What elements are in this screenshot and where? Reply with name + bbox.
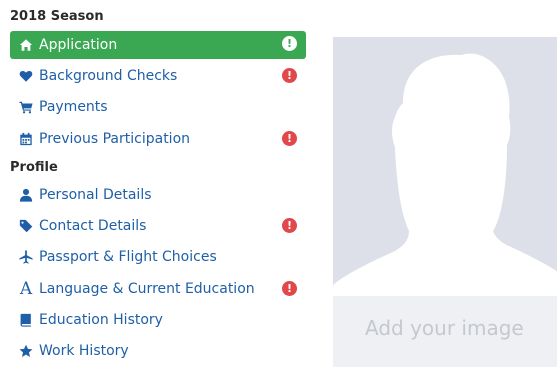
sidebar-item-passport-flight[interactable]: Passport & Flight Choices: [10, 243, 306, 271]
alert-icon: !: [282, 68, 297, 83]
sidebar-item-label: Contact Details: [39, 218, 147, 234]
sidebar-item-payments[interactable]: Payments: [10, 93, 306, 121]
sidebar-item-education-history[interactable]: Education History: [10, 306, 306, 334]
sidebar-item-language-education[interactable]: A Language & Current Education !: [10, 275, 306, 303]
add-image-label[interactable]: Add your image: [365, 316, 524, 340]
alert-icon: !: [282, 281, 297, 296]
sidebar-item-label: Passport & Flight Choices: [39, 249, 217, 265]
alert-icon: !: [282, 218, 297, 233]
heart-icon: [18, 68, 34, 84]
sidebar-item-label: Payments: [39, 99, 108, 115]
sidebar-item-previous-participation[interactable]: Previous Participation !: [10, 125, 306, 153]
user-silhouette-icon: [333, 53, 557, 297]
sidebar-item-label: Application: [39, 37, 118, 53]
font-icon: A: [19, 279, 33, 299]
cart-icon: [18, 99, 34, 115]
sidebar-item-label: Education History: [39, 312, 163, 328]
alert-icon: !: [282, 36, 297, 51]
sidebar-item-contact-details[interactable]: Contact Details !: [10, 212, 306, 240]
sidebar-item-background-checks[interactable]: Background Checks !: [10, 62, 306, 90]
section-title-profile: Profile: [10, 160, 58, 175]
sidebar-item-label: Language & Current Education: [39, 281, 255, 297]
section-title-season: 2018 Season: [10, 9, 104, 24]
sidebar-item-application[interactable]: Application !: [10, 31, 306, 59]
profile-photo-upload[interactable]: Add your image: [333, 37, 557, 367]
plane-icon: [18, 249, 34, 265]
sidebar-item-label: Personal Details: [39, 187, 152, 203]
sidebar-item-label: Work History: [39, 343, 129, 359]
alert-icon: !: [282, 131, 297, 146]
sidebar-item-label: Previous Participation: [39, 131, 191, 147]
home-icon: [18, 37, 34, 53]
calendar-icon: [18, 131, 34, 147]
book-icon: [18, 312, 34, 328]
sidebar-item-label: Background Checks: [39, 68, 178, 84]
sidebar-item-personal-details[interactable]: Personal Details: [10, 181, 306, 209]
star-icon: [18, 343, 34, 359]
user-icon: [18, 187, 34, 203]
tag-icon: [18, 218, 34, 234]
